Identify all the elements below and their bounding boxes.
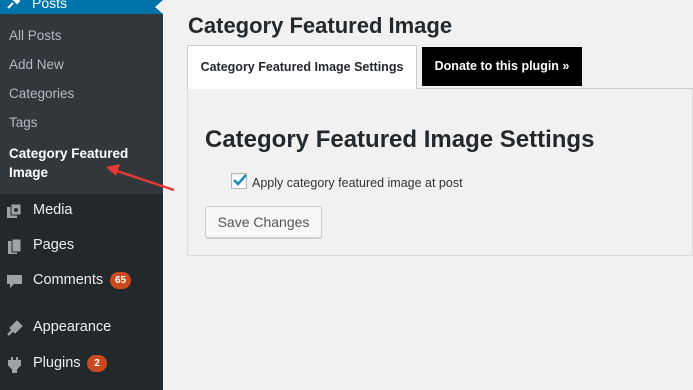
checkmark-icon [233, 174, 247, 186]
tab-settings[interactable]: Category Featured Image Settings [187, 45, 417, 89]
comments-icon [7, 275, 22, 288]
submenu-add-new[interactable]: Add New [9, 57, 64, 72]
sidebar-item-label: Comments [33, 272, 104, 288]
sidebar-item-pages[interactable]: Pages [0, 229, 163, 263]
sidebar-item-media[interactable]: Media [0, 194, 163, 228]
sidebar-item-label: Plugins [33, 355, 81, 371]
tab-donate[interactable]: Donate to this plugin » [422, 47, 582, 86]
page-title: Category Featured Image [188, 13, 453, 38]
media-icon [7, 203, 22, 218]
admin-sidebar: Posts All Posts Add New Categories Tags … [0, 0, 163, 390]
section-title: Category Featured Image Settings [205, 126, 595, 153]
current-menu-arrow [155, 0, 163, 14]
sidebar-item-label: Media [33, 202, 73, 218]
annotation-arrow-icon [106, 164, 175, 192]
sidebar-item-appearance[interactable]: Appearance [0, 311, 163, 345]
submenu-all-posts[interactable]: All Posts [9, 28, 62, 43]
apply-featured-image-checkbox[interactable] [231, 173, 247, 189]
submenu-tags[interactable]: Tags [9, 115, 38, 130]
sidebar-item-label: Pages [33, 237, 75, 253]
plugins-icon [8, 357, 21, 373]
sidebar-item-label: Posts [32, 0, 68, 11]
pages-icon [8, 238, 22, 254]
sidebar-item-plugins[interactable]: Plugins 2 [0, 347, 163, 381]
submenu-categories[interactable]: Categories [9, 86, 74, 101]
appearance-icon [7, 320, 23, 336]
sidebar-item-posts[interactable]: Posts [0, 0, 163, 14]
comments-count-badge: 65 [110, 272, 132, 289]
sidebar-item-label: Appearance [33, 319, 112, 335]
pin-icon [7, 0, 21, 9]
save-changes-button[interactable]: Save Changes [205, 206, 322, 238]
sidebar-item-comments[interactable]: Comments 65 [0, 264, 163, 298]
checkbox-label[interactable]: Apply category featured image at post [252, 176, 463, 190]
plugins-update-badge: 2 [87, 355, 107, 372]
